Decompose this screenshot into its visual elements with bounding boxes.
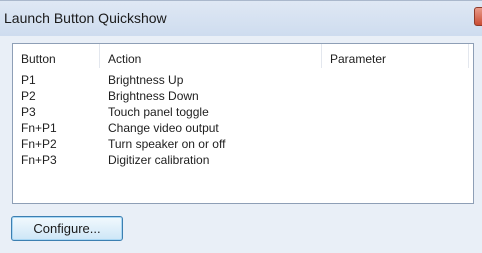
list-header: Button Action Parameter bbox=[13, 44, 473, 72]
table-row[interactable]: P3 Touch panel toggle bbox=[13, 104, 473, 120]
column-header-parameter[interactable]: Parameter bbox=[330, 52, 386, 66]
table-row[interactable]: Fn+P2 Turn speaker on or off bbox=[13, 136, 473, 152]
cell-action: Turn speaker on or off bbox=[108, 137, 226, 151]
cell-action: Digitizer calibration bbox=[108, 153, 210, 167]
column-header-button[interactable]: Button bbox=[21, 52, 56, 66]
client-area: Button Action Parameter P1 Brightness Up… bbox=[0, 36, 482, 253]
cell-action: Change video output bbox=[108, 121, 219, 135]
list-rows: P1 Brightness Up P2 Brightness Down P3 T… bbox=[13, 72, 473, 168]
cell-action: Brightness Up bbox=[108, 73, 184, 87]
button-action-list[interactable]: Button Action Parameter P1 Brightness Up… bbox=[12, 43, 474, 204]
cell-action: Touch panel toggle bbox=[108, 105, 209, 119]
cell-button: P3 bbox=[21, 105, 36, 119]
column-divider[interactable] bbox=[99, 44, 100, 68]
title-bar[interactable]: Launch Button Quickshow x bbox=[0, 0, 482, 36]
close-icon[interactable]: x bbox=[474, 7, 482, 26]
column-divider[interactable] bbox=[321, 44, 322, 68]
table-row[interactable]: P2 Brightness Down bbox=[13, 88, 473, 104]
window-title: Launch Button Quickshow bbox=[4, 10, 167, 26]
table-row[interactable]: P1 Brightness Up bbox=[13, 72, 473, 88]
column-divider[interactable] bbox=[468, 44, 469, 68]
column-header-action[interactable]: Action bbox=[108, 52, 141, 66]
cell-button: Fn+P3 bbox=[21, 153, 57, 167]
table-row[interactable]: Fn+P1 Change video output bbox=[13, 120, 473, 136]
cell-button: Fn+P2 bbox=[21, 137, 57, 151]
cell-button: Fn+P1 bbox=[21, 121, 57, 135]
table-row[interactable]: Fn+P3 Digitizer calibration bbox=[13, 152, 473, 168]
cell-button: P1 bbox=[21, 73, 36, 87]
configure-button[interactable]: Configure... bbox=[11, 216, 123, 241]
cell-button: P2 bbox=[21, 89, 36, 103]
quickshow-window: Launch Button Quickshow x Button Action … bbox=[0, 0, 482, 253]
cell-action: Brightness Down bbox=[108, 89, 199, 103]
